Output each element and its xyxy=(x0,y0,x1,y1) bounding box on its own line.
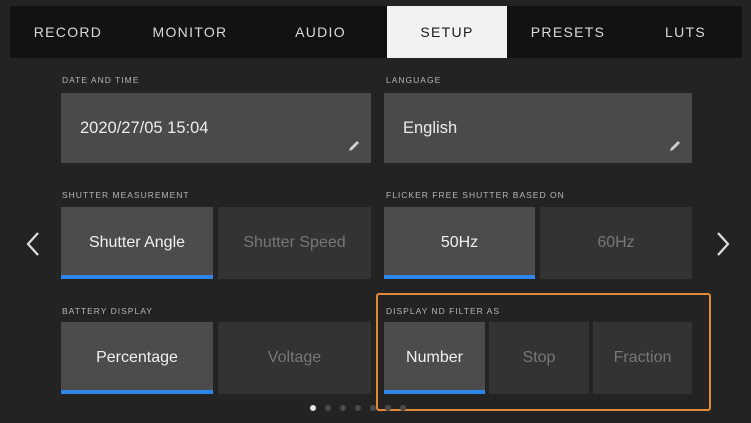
fraction-option[interactable]: Fraction xyxy=(593,322,692,394)
number-text: Number xyxy=(406,349,463,366)
percentage-option[interactable]: Percentage xyxy=(61,322,213,394)
page-dot[interactable] xyxy=(370,405,376,411)
date-time-field[interactable]: 2020/27/05 15:04 xyxy=(61,93,371,163)
setup-screen: RECORD MONITOR AUDIO SETUP PRESETS LUTS … xyxy=(0,0,751,423)
shutter-angle-option[interactable]: Shutter Angle xyxy=(61,207,213,279)
language-value: English xyxy=(403,118,458,137)
percentage-text: Percentage xyxy=(96,349,178,366)
language-field[interactable]: English xyxy=(384,93,692,163)
shutter-speed-option[interactable]: Shutter Speed xyxy=(218,207,371,279)
language-label: LANGUAGE xyxy=(386,75,442,85)
tab-bar: RECORD MONITOR AUDIO SETUP PRESETS LUTS xyxy=(10,6,742,58)
pencil-icon xyxy=(349,141,359,151)
chevron-right-icon[interactable] xyxy=(710,228,734,260)
page-dot[interactable] xyxy=(340,405,346,411)
page-dot[interactable] xyxy=(400,405,406,411)
tab-monitor[interactable]: MONITOR xyxy=(126,6,254,58)
selected-indicator xyxy=(384,275,535,279)
60hz-option[interactable]: 60Hz xyxy=(540,207,692,279)
selected-indicator xyxy=(384,390,485,394)
selected-indicator xyxy=(61,390,213,394)
stop-option[interactable]: Stop xyxy=(489,322,589,394)
page-dot[interactable] xyxy=(355,405,361,411)
page-dot[interactable] xyxy=(325,405,331,411)
50hz-text: 50Hz xyxy=(440,234,479,251)
date-time-label: DATE AND TIME xyxy=(62,75,140,85)
nd-filter-label: DISPLAY ND FILTER AS xyxy=(386,306,501,316)
shutter-speed-text: Shutter Speed xyxy=(243,234,346,251)
tab-presets[interactable]: PRESETS xyxy=(507,6,629,58)
chevron-left-icon[interactable] xyxy=(22,228,46,260)
60hz-text: 60Hz xyxy=(597,234,635,251)
voltage-option[interactable]: Voltage xyxy=(218,322,371,394)
shutter-measurement-label: SHUTTER MEASUREMENT xyxy=(62,190,190,200)
50hz-option[interactable]: 50Hz xyxy=(384,207,535,279)
pencil-icon xyxy=(670,141,680,151)
battery-display-label: BATTERY DISPLAY xyxy=(62,306,153,316)
tab-audio[interactable]: AUDIO xyxy=(254,6,387,58)
date-time-value: 2020/27/05 15:04 xyxy=(80,118,209,137)
voltage-text: Voltage xyxy=(267,349,322,366)
selected-indicator xyxy=(61,275,213,279)
tab-setup[interactable]: SETUP xyxy=(387,6,507,58)
flicker-free-label: FLICKER FREE SHUTTER BASED ON xyxy=(386,190,565,200)
page-dot[interactable] xyxy=(310,405,316,411)
stop-text: Stop xyxy=(522,349,556,366)
shutter-angle-text: Shutter Angle xyxy=(88,234,186,251)
tab-record[interactable]: RECORD xyxy=(10,6,126,58)
page-dot[interactable] xyxy=(385,405,391,411)
number-option[interactable]: Number xyxy=(384,322,485,394)
page-indicator xyxy=(310,405,406,411)
tab-luts[interactable]: LUTS xyxy=(629,6,742,58)
fraction-text: Fraction xyxy=(613,349,672,366)
